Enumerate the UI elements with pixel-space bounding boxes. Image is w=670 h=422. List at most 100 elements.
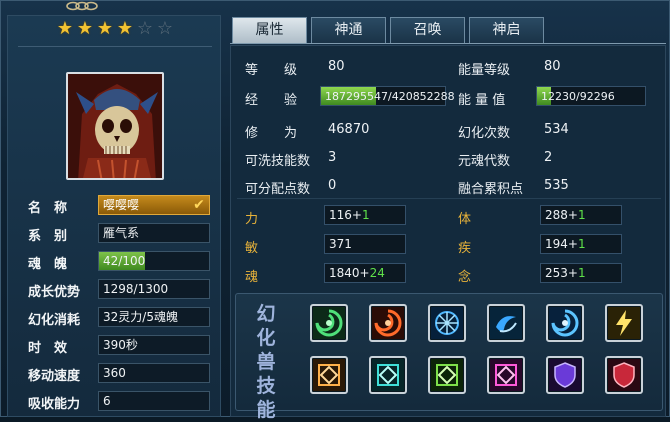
skills-title-char: 能 (256, 399, 276, 421)
body-base: 288+ (545, 208, 578, 222)
chain-ornament-icon (66, 1, 98, 11)
fusion-points-label: 融合累积点 (458, 182, 524, 197)
pet-profile-panel: ★ ★ ★ ★ ☆ ☆ 名 称 嘤嘤嘤 ✔ 系 别 雁气系 魂 魄 42/100… (7, 15, 221, 417)
pet-name-value: 嘤嘤嘤 (103, 198, 140, 212)
assignable-points-value: 0 (328, 178, 337, 193)
divider (237, 198, 661, 199)
soul-progress-bar: 42/100 (98, 251, 210, 271)
pet-portrait (66, 72, 164, 180)
body-bonus: 1 (577, 208, 586, 222)
name-row: 名 称 嘤嘤嘤 ✔ (8, 192, 222, 220)
skills-title-char: 幻 (256, 303, 276, 325)
speed-label: 移动速度 (28, 369, 81, 384)
tab-attributes[interactable]: 属性 (232, 17, 307, 43)
assignable-points-label: 可分配点数 (245, 182, 311, 197)
blue-swirl-icon[interactable] (546, 304, 584, 342)
confirm-check-icon[interactable]: ✔ (191, 197, 207, 213)
tab-abilities[interactable]: 神通 (311, 17, 386, 43)
ice-orb-icon[interactable] (428, 304, 466, 342)
skills-title-char: 技 (256, 375, 276, 397)
washable-skills-label: 可洗技能数 (245, 154, 311, 169)
skull-warrior-icon (68, 74, 162, 178)
cost-value: 32灵力/5魂魄 (98, 307, 210, 327)
soul-generation-value: 2 (544, 150, 553, 165)
star-filled-icon: ★ (116, 18, 134, 39)
fire-swirl-icon[interactable] (369, 304, 407, 342)
soul-attr-base: 1840+ (329, 266, 370, 280)
name-label: 名 称 (28, 201, 68, 216)
energy-value: 12230/92296 (541, 90, 615, 103)
cyan-rune-icon[interactable] (369, 356, 407, 394)
purple-shield-icon[interactable] (546, 356, 584, 394)
washable-skills-value: 3 (328, 150, 337, 165)
soul-generation-label: 元魂代数 (458, 154, 511, 169)
mind-base: 253+ (545, 266, 578, 280)
strength-value-box: 116+1 (324, 205, 406, 225)
fusion-points-value: 535 (544, 178, 569, 193)
gold-rune-icon[interactable] (310, 356, 348, 394)
star-filled-icon: ★ (56, 18, 74, 39)
mind-bonus: 1 (577, 266, 586, 280)
strength-label: 力 (245, 212, 259, 227)
duration-row: 时 效 390秒 (8, 332, 222, 360)
transform-count-value: 534 (544, 122, 569, 137)
type-row: 系 别 雁气系 (8, 220, 222, 248)
haste-value-box: 194+1 (540, 234, 622, 254)
type-value: 雁气系 (98, 223, 210, 243)
soul-attr-bonus: 24 (369, 266, 385, 280)
transform-count-label: 幻化次数 (458, 126, 511, 141)
energy-value-label: 能 量 值 (458, 93, 506, 108)
type-label: 系 别 (28, 229, 68, 244)
growth-value: 1298/1300 (98, 279, 210, 299)
green-swirl-icon[interactable] (310, 304, 348, 342)
mind-value-box: 253+1 (540, 263, 622, 283)
skills-title: 幻 化 兽 技 能 (254, 302, 278, 422)
tab-bar: 属性 神通 召唤 神启 (232, 17, 544, 43)
divider (18, 46, 212, 47)
skills-title-char: 化 (256, 327, 276, 349)
red-shield-icon[interactable] (605, 356, 643, 394)
pink-rune-icon[interactable] (487, 356, 525, 394)
cost-row: 幻化消耗 32灵力/5魂魄 (8, 304, 222, 332)
energy-level-label: 能量等级 (458, 63, 511, 78)
speed-value: 360 (98, 363, 210, 383)
soul-attr-label: 魂 (245, 270, 259, 285)
star-rating: ★ ★ ★ ★ ☆ ☆ (56, 20, 174, 38)
tab-summon[interactable]: 召唤 (390, 17, 465, 43)
energy-level-value: 80 (544, 59, 561, 74)
body-label: 体 (458, 212, 472, 227)
soul-row: 魂 魄 42/100 (8, 248, 222, 276)
pet-skills-panel: 幻 化 兽 技 能 (235, 293, 663, 421)
level-value: 80 (328, 59, 345, 74)
energy-progress-bar: 12230/92296 (536, 86, 646, 106)
green-rune-icon[interactable] (428, 356, 466, 394)
exp-value: 187295547/420852288 (325, 90, 455, 103)
cost-label: 幻化消耗 (28, 313, 81, 328)
agility-value-box: 371 (324, 234, 406, 254)
star-filled-icon: ★ (76, 18, 94, 39)
absorb-label: 吸收能力 (28, 397, 81, 412)
duration-value: 390秒 (98, 335, 210, 355)
speed-row: 移动速度 360 (8, 360, 222, 388)
skills-title-char: 兽 (256, 351, 276, 373)
tab-underline (230, 43, 666, 44)
pet-window: ★ ★ ★ ★ ☆ ☆ 名 称 嘤嘤嘤 ✔ 系 别 雁气系 魂 魄 42/100… (0, 0, 670, 421)
absorb-row: 吸收能力 6 (8, 388, 222, 416)
soul-label: 魂 魄 (28, 257, 68, 272)
star-empty-icon: ☆ (136, 18, 154, 39)
tab-revelation[interactable]: 神启 (469, 17, 544, 43)
soul-attr-value-box: 1840+24 (324, 263, 406, 283)
star-empty-icon: ☆ (156, 18, 174, 39)
absorb-value: 6 (98, 391, 210, 411)
agility-label: 敏 (245, 241, 259, 256)
haste-bonus: 1 (577, 237, 586, 251)
pet-name-field[interactable]: 嘤嘤嘤 ✔ (98, 195, 210, 215)
mind-label: 念 (458, 270, 472, 285)
water-swirl-icon[interactable] (487, 304, 525, 342)
cultivation-label: 修 为 (245, 126, 298, 141)
exp-label: 经 验 (245, 93, 298, 108)
haste-base: 194+ (545, 237, 578, 251)
lightning-icon[interactable] (605, 304, 643, 342)
haste-label: 疾 (458, 241, 472, 256)
cultivation-value: 46870 (328, 122, 370, 137)
